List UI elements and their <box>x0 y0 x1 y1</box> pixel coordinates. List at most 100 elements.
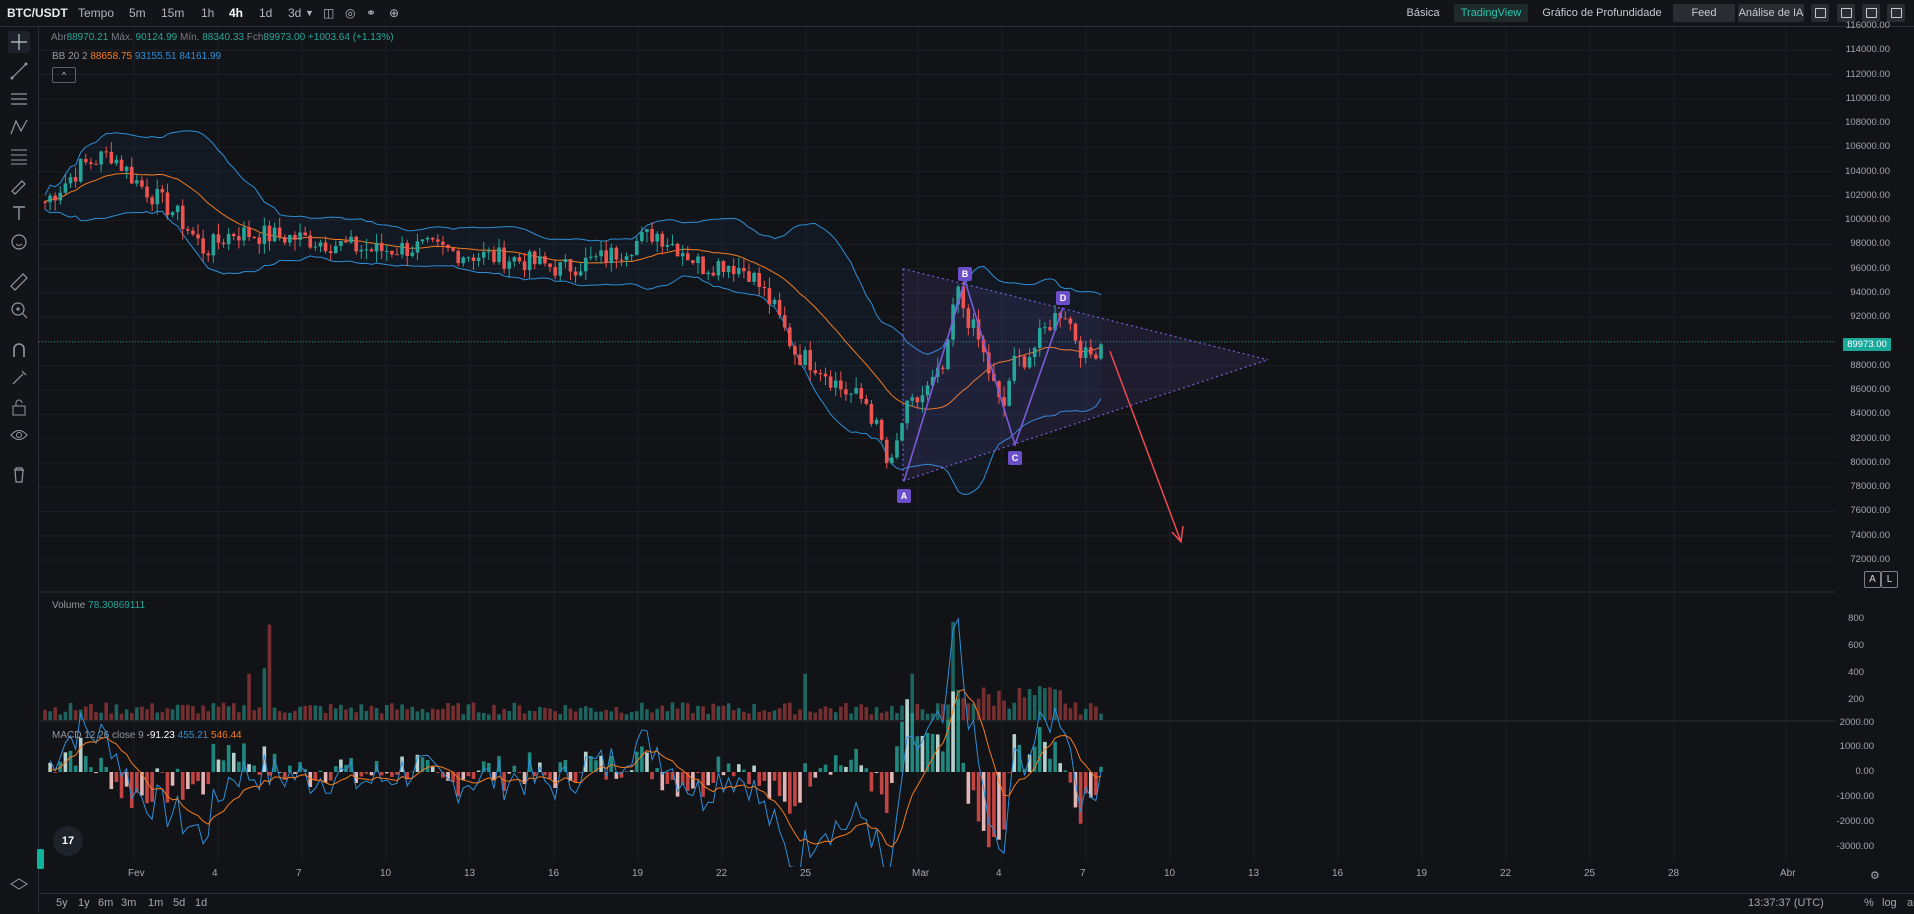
macd-histogram-bar <box>206 772 211 785</box>
pattern-icon[interactable] <box>8 116 30 138</box>
lock-icon[interactable] <box>8 396 30 418</box>
candle-body <box>895 440 899 458</box>
chevron-down-icon[interactable]: ▼ <box>305 0 314 26</box>
candle-body <box>1063 318 1068 320</box>
view-basic-button[interactable]: Básica <box>1400 4 1446 22</box>
text-icon[interactable] <box>8 202 30 224</box>
side-panel-toggle[interactable] <box>37 849 44 869</box>
interval-15m[interactable]: 15m <box>161 0 184 26</box>
interval-5m[interactable]: 5m <box>129 0 146 26</box>
range-5y[interactable]: 5y <box>56 897 68 909</box>
candle-body <box>864 398 869 404</box>
log-toggle[interactable]: log <box>1882 897 1897 909</box>
interval-1h[interactable]: 1h <box>201 0 214 26</box>
brush-icon[interactable] <box>8 173 30 195</box>
candle-body <box>522 261 527 271</box>
volume-bar <box>558 713 563 720</box>
macd-histogram-bar <box>762 772 767 781</box>
macd-histogram-bar <box>175 768 180 772</box>
tempo-label[interactable]: Tempo <box>78 0 114 26</box>
candle-body <box>788 327 792 347</box>
candle-body <box>415 241 420 253</box>
ai-analysis-button[interactable]: Análise de IA <box>1738 4 1804 22</box>
magnet-icon[interactable] <box>8 339 30 361</box>
time-axis-label: Fev <box>128 868 145 879</box>
zoom-icon[interactable] <box>8 299 30 321</box>
trash-icon[interactable] <box>8 463 30 485</box>
settings-icon[interactable]: ⚙ <box>1870 869 1880 882</box>
macd-histogram-bar <box>890 772 894 783</box>
range-3m[interactable]: 3m <box>121 897 136 909</box>
indicators-icon[interactable]: ◎ <box>345 0 355 26</box>
macd-histogram-bar <box>879 772 884 795</box>
candle-body <box>430 237 435 240</box>
volume-bar <box>1068 708 1073 720</box>
symbol-pair[interactable]: BTC/USDT <box>7 0 68 26</box>
range-6m[interactable]: 6m <box>98 897 113 909</box>
macd-histogram-bar <box>476 770 481 772</box>
candle-body <box>425 237 430 240</box>
candle-body <box>303 232 307 236</box>
candle-body <box>395 254 399 256</box>
candle-body <box>736 267 741 275</box>
candle-type-icon[interactable]: ◫ <box>323 0 334 26</box>
interval-1d[interactable]: 1d <box>259 0 272 26</box>
volume-bar <box>767 712 772 720</box>
candle-body <box>441 241 445 245</box>
trend-line-icon[interactable] <box>8 60 30 82</box>
macd-histogram-bar <box>293 772 297 774</box>
add-icon[interactable]: ⊕ <box>389 0 399 26</box>
macd-histogram-bar <box>180 772 185 800</box>
range-5d[interactable]: 5d <box>173 897 185 909</box>
macd-histogram-bar <box>731 772 736 777</box>
eye-icon[interactable] <box>8 424 30 446</box>
volume-bar <box>594 711 598 720</box>
candle-body <box>859 388 864 399</box>
feed-button[interactable]: Feed <box>1673 4 1735 22</box>
volume-bar <box>859 704 864 720</box>
volume-bar <box>410 706 415 720</box>
auto-toggle[interactable]: auto <box>1907 897 1914 909</box>
macd-histogram-bar <box>935 734 940 772</box>
candle-body <box>333 245 338 254</box>
ruler-icon[interactable] <box>8 271 30 293</box>
macd-histogram-bar <box>752 765 756 772</box>
fib-icon[interactable] <box>8 145 30 167</box>
chart-canvas[interactable] <box>39 27 1836 867</box>
macd-histogram-bar <box>318 770 323 772</box>
collapse-legend-button[interactable]: ^ <box>52 67 76 83</box>
range-1d[interactable]: 1d <box>195 897 207 909</box>
candle-body <box>354 236 358 252</box>
time-axis-label: 13 <box>464 868 476 879</box>
volume-bar <box>782 703 787 720</box>
view-depth-button[interactable]: Gráfico de Profundidade <box>1538 4 1666 22</box>
volume-bar <box>318 706 323 720</box>
volume-axis-label: 800 <box>1848 613 1864 624</box>
macd-histogram-bar <box>573 772 578 783</box>
volume-bar <box>374 707 379 720</box>
candle-body <box>201 238 205 254</box>
tradingview-logo[interactable]: 17 <box>53 826 83 856</box>
log-scale-button[interactable]: L <box>1881 571 1898 588</box>
volume-bar <box>323 712 328 720</box>
horizontal-lines-icon[interactable] <box>8 88 30 110</box>
macd-histogram-bar <box>823 764 828 772</box>
auto-scale-button[interactable]: A <box>1864 571 1881 588</box>
range-1y[interactable]: 1y <box>78 897 90 909</box>
layers-icon[interactable] <box>8 873 30 895</box>
candle-body <box>849 393 853 395</box>
candle-body <box>905 400 909 424</box>
crosshair-icon[interactable] <box>8 31 30 53</box>
range-1m[interactable]: 1m <box>148 897 163 909</box>
lock-drawing-icon[interactable] <box>8 367 30 389</box>
templates-icon[interactable]: ⚭ <box>366 0 376 26</box>
volume-bar <box>104 702 109 720</box>
percent-toggle[interactable]: % <box>1864 897 1874 909</box>
interval-3d[interactable]: 3d <box>288 0 301 26</box>
volume-bar <box>359 704 364 720</box>
emoji-icon[interactable] <box>8 231 30 253</box>
view-tradingview-button[interactable]: TradingView <box>1454 4 1528 22</box>
macd-histogram-bar <box>747 772 751 785</box>
power-icon[interactable] <box>1811 4 1829 22</box>
interval-4h[interactable]: 4h <box>229 0 243 26</box>
